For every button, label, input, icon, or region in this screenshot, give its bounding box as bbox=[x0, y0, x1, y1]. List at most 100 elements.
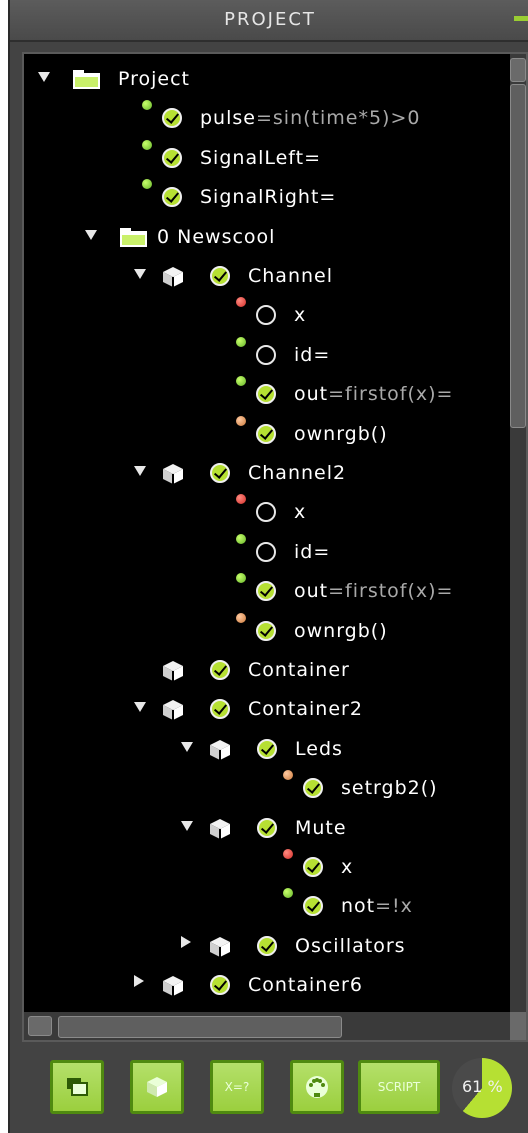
module-row[interactable]: Mute bbox=[24, 809, 510, 849]
signal-name: x bbox=[341, 856, 354, 878]
signal-name: SignalLeft= bbox=[200, 146, 322, 169]
expand-arrow-icon[interactable] bbox=[134, 975, 144, 988]
folder-row[interactable]: 0 Newscool bbox=[24, 218, 510, 258]
module-row[interactable]: Container bbox=[24, 651, 510, 691]
signal-row[interactable]: x bbox=[24, 493, 510, 533]
module-row[interactable]: Leds bbox=[24, 730, 510, 770]
module-row[interactable]: Oscillators bbox=[24, 927, 510, 967]
orange-status-dot-icon bbox=[283, 770, 293, 781]
enabled-checkbox[interactable] bbox=[303, 778, 323, 799]
module-name: Oscillators bbox=[295, 934, 406, 957]
enabled-checkbox[interactable] bbox=[210, 266, 230, 286]
panel-header: PROJECT bbox=[10, 0, 528, 42]
module-cube-icon bbox=[163, 464, 183, 484]
enabled-checkbox[interactable] bbox=[162, 187, 182, 208]
enabled-checkbox[interactable] bbox=[210, 699, 230, 720]
cpu-usage-gauge: 61 % bbox=[452, 1058, 512, 1118]
vertical-scroll-thumb[interactable] bbox=[510, 84, 526, 428]
expand-arrow-icon[interactable] bbox=[85, 229, 97, 240]
module-row[interactable]: Container2 bbox=[24, 690, 510, 730]
project-tree: Project pulse=sin(time*5)>0 SignalLeft= Sig… bbox=[24, 54, 510, 1012]
vertical-scrollbar[interactable] bbox=[510, 54, 526, 1012]
red-status-dot-icon bbox=[283, 849, 293, 859]
horizontal-scroll-thumb[interactable] bbox=[58, 1016, 342, 1038]
script-button[interactable]: SCRIPT bbox=[358, 1060, 440, 1114]
signal-name: x bbox=[294, 501, 307, 524]
collapse-arrow-icon[interactable] bbox=[134, 702, 146, 713]
green-status-dot-icon bbox=[142, 139, 152, 150]
enabled-checkbox[interactable] bbox=[210, 975, 230, 996]
signal-row[interactable]: id= bbox=[24, 533, 510, 573]
enabled-checkbox[interactable] bbox=[257, 738, 277, 759]
green-status-dot-icon bbox=[236, 376, 246, 387]
signal-row[interactable]: out=firstof(x)= bbox=[24, 572, 510, 612]
collapse-arrow-icon[interactable] bbox=[181, 820, 193, 831]
green-status-dot-icon bbox=[142, 179, 152, 190]
horizontal-scrollbar[interactable] bbox=[24, 1012, 510, 1040]
module-label: Oscillators bbox=[295, 935, 406, 957]
module-label: Container6 bbox=[248, 974, 363, 996]
signal-row[interactable]: pulse=sin(time*5)>0 bbox=[24, 99, 510, 139]
signal-row[interactable]: not=!x bbox=[24, 887, 510, 927]
enabled-checkbox[interactable] bbox=[256, 502, 276, 523]
module-cube-icon bbox=[163, 267, 183, 287]
enabled-checkbox[interactable] bbox=[162, 147, 182, 168]
minimize-button[interactable] bbox=[514, 16, 528, 21]
signal-label: id= bbox=[294, 344, 330, 366]
expand-arrow-icon[interactable] bbox=[38, 72, 50, 82]
enabled-checkbox[interactable] bbox=[257, 817, 277, 838]
signal-expression: =firstof(x)= bbox=[328, 383, 454, 406]
add-module-button[interactable] bbox=[130, 1060, 184, 1114]
module-row[interactable]: Channel bbox=[24, 257, 510, 297]
signal-row[interactable]: x bbox=[24, 296, 510, 336]
enabled-checkbox[interactable] bbox=[162, 108, 182, 129]
enabled-checkbox[interactable] bbox=[303, 896, 323, 917]
collapse-arrow-icon[interactable] bbox=[134, 466, 146, 476]
enabled-checkbox[interactable] bbox=[256, 384, 276, 405]
signal-row[interactable]: SignalRight= bbox=[24, 178, 510, 218]
enabled-checkbox[interactable] bbox=[256, 305, 276, 326]
expand-arrow-icon[interactable] bbox=[181, 935, 191, 948]
signal-label: ownrgb() bbox=[294, 620, 388, 642]
module-cube-icon bbox=[210, 739, 230, 760]
signal-row[interactable]: SignalLeft= bbox=[24, 139, 510, 179]
enabled-checkbox[interactable] bbox=[256, 581, 276, 602]
windows-button[interactable] bbox=[50, 1060, 104, 1114]
orange-status-dot-icon bbox=[236, 415, 246, 426]
enabled-checkbox[interactable] bbox=[210, 660, 230, 680]
panel-title: PROJECT bbox=[224, 9, 316, 30]
folder-label: Project bbox=[118, 68, 190, 90]
module-label: Mute bbox=[295, 817, 347, 839]
signal-label: not=!x bbox=[341, 895, 413, 917]
collapse-arrow-icon[interactable] bbox=[181, 741, 193, 752]
enabled-checkbox[interactable] bbox=[303, 857, 323, 877]
midi-button[interactable] bbox=[290, 1060, 344, 1114]
signal-label: x bbox=[294, 501, 306, 523]
enabled-checkbox[interactable] bbox=[256, 541, 276, 562]
enabled-checkbox[interactable] bbox=[256, 620, 276, 641]
signal-row[interactable]: setrgb2() bbox=[24, 769, 510, 809]
signal-row[interactable]: ownrgb() bbox=[24, 612, 510, 652]
scroll-up-button[interactable] bbox=[510, 58, 526, 82]
enabled-checkbox[interactable] bbox=[256, 344, 276, 365]
signal-row[interactable]: x bbox=[24, 848, 510, 888]
module-row[interactable]: Container6 bbox=[24, 966, 510, 1006]
collapse-arrow-icon[interactable] bbox=[134, 269, 146, 279]
cube-icon bbox=[147, 1077, 167, 1097]
signal-row[interactable]: ownrgb() bbox=[24, 415, 510, 455]
bottom-toolbar: X=? SCRIPT 61 % bbox=[10, 1050, 528, 1130]
enabled-checkbox[interactable] bbox=[256, 423, 276, 444]
signal-row[interactable]: out=firstof(x)= bbox=[24, 375, 510, 415]
enabled-checkbox[interactable] bbox=[210, 463, 230, 483]
module-row[interactable]: Channel2 bbox=[24, 454, 510, 494]
module-cube-icon bbox=[163, 976, 183, 997]
signal-name: SignalRight= bbox=[200, 186, 337, 209]
scroll-left-button[interactable] bbox=[28, 1016, 52, 1036]
module-label: Channel bbox=[248, 265, 333, 287]
module-name: Channel bbox=[248, 265, 334, 287]
expression-button[interactable]: X=? bbox=[210, 1060, 264, 1114]
folder-row[interactable]: Project bbox=[24, 60, 510, 100]
signal-row[interactable]: id= bbox=[24, 336, 510, 376]
enabled-checkbox[interactable] bbox=[257, 935, 277, 956]
signal-name: ownrgb() bbox=[294, 422, 388, 445]
